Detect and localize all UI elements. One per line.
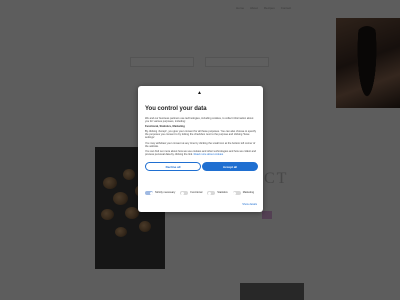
decline-all-button[interactable]: Decline all [145, 162, 201, 171]
show-details-link[interactable]: Show details [242, 203, 257, 206]
toggle-switch[interactable] [207, 191, 216, 195]
dialog-title: You control your data [145, 106, 207, 112]
toggle-label: Marketing [242, 191, 255, 194]
toggle-functional: Functional [180, 191, 202, 195]
toggle-switch[interactable] [145, 191, 153, 195]
toggle-strictly-necessary: Strictly necessary [145, 191, 175, 195]
dialog-body: We and our business partners use technol… [145, 117, 256, 158]
accept-all-button[interactable]: Accept all [202, 162, 258, 171]
toggle-statistics: Statistics [207, 191, 228, 195]
consent-paragraph-1: By clicking 'Accept', you give your cons… [145, 130, 256, 140]
brand-logo-icon: ▲ [197, 90, 202, 96]
purposes-list: Functional, Statistics, Marketing [145, 125, 185, 129]
toggle-label: Statistics [217, 191, 228, 194]
read-more-link[interactable]: Read more about cookies [194, 153, 224, 156]
toggle-label: Functional [190, 191, 203, 194]
toggle-switch[interactable] [180, 191, 189, 195]
purpose-toggles: Strictly necessary Functional Statistics… [145, 191, 254, 195]
toggle-label: Strictly necessary [155, 191, 176, 194]
cookie-consent-dialog: ▲ You control your data We and our busin… [138, 86, 263, 212]
consent-paragraph-2: You may withdraw your consent at any tim… [145, 141, 256, 148]
intro-text: We and our business partners use technol… [145, 117, 254, 124]
toggle-marketing: Marketing [232, 191, 255, 195]
toggle-switch[interactable] [232, 191, 241, 195]
